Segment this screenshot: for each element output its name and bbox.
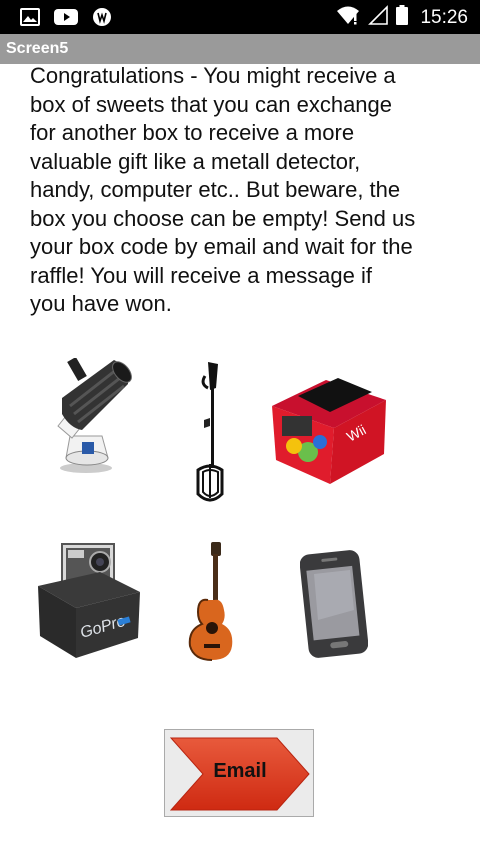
email-button-label: Email — [213, 760, 267, 782]
gopro-camera-image: GoPro — [36, 540, 142, 662]
message-container: Congratulations - You might receive a bo… — [0, 64, 480, 324]
battery-icon — [396, 5, 409, 30]
metal-detector-image — [188, 358, 230, 506]
email-button[interactable]: Email — [164, 729, 314, 817]
app-icon — [92, 7, 112, 32]
wifi-icon — [336, 5, 360, 30]
guitar-image — [184, 542, 236, 662]
wii-console-box-image: Wii — [268, 376, 390, 486]
smartphone-image — [300, 550, 368, 658]
signal-icon — [368, 5, 389, 30]
message-text: Congratulations - You might receive a bo… — [30, 64, 416, 316]
image-icon — [20, 8, 40, 31]
status-bar: 15:26 — [0, 0, 480, 34]
telescope-image — [52, 358, 132, 476]
youtube-icon — [54, 8, 78, 31]
title-bar: Screen5 — [0, 34, 480, 64]
status-time: 15:26 — [420, 6, 468, 28]
screen-title: Screen5 — [6, 40, 69, 57]
